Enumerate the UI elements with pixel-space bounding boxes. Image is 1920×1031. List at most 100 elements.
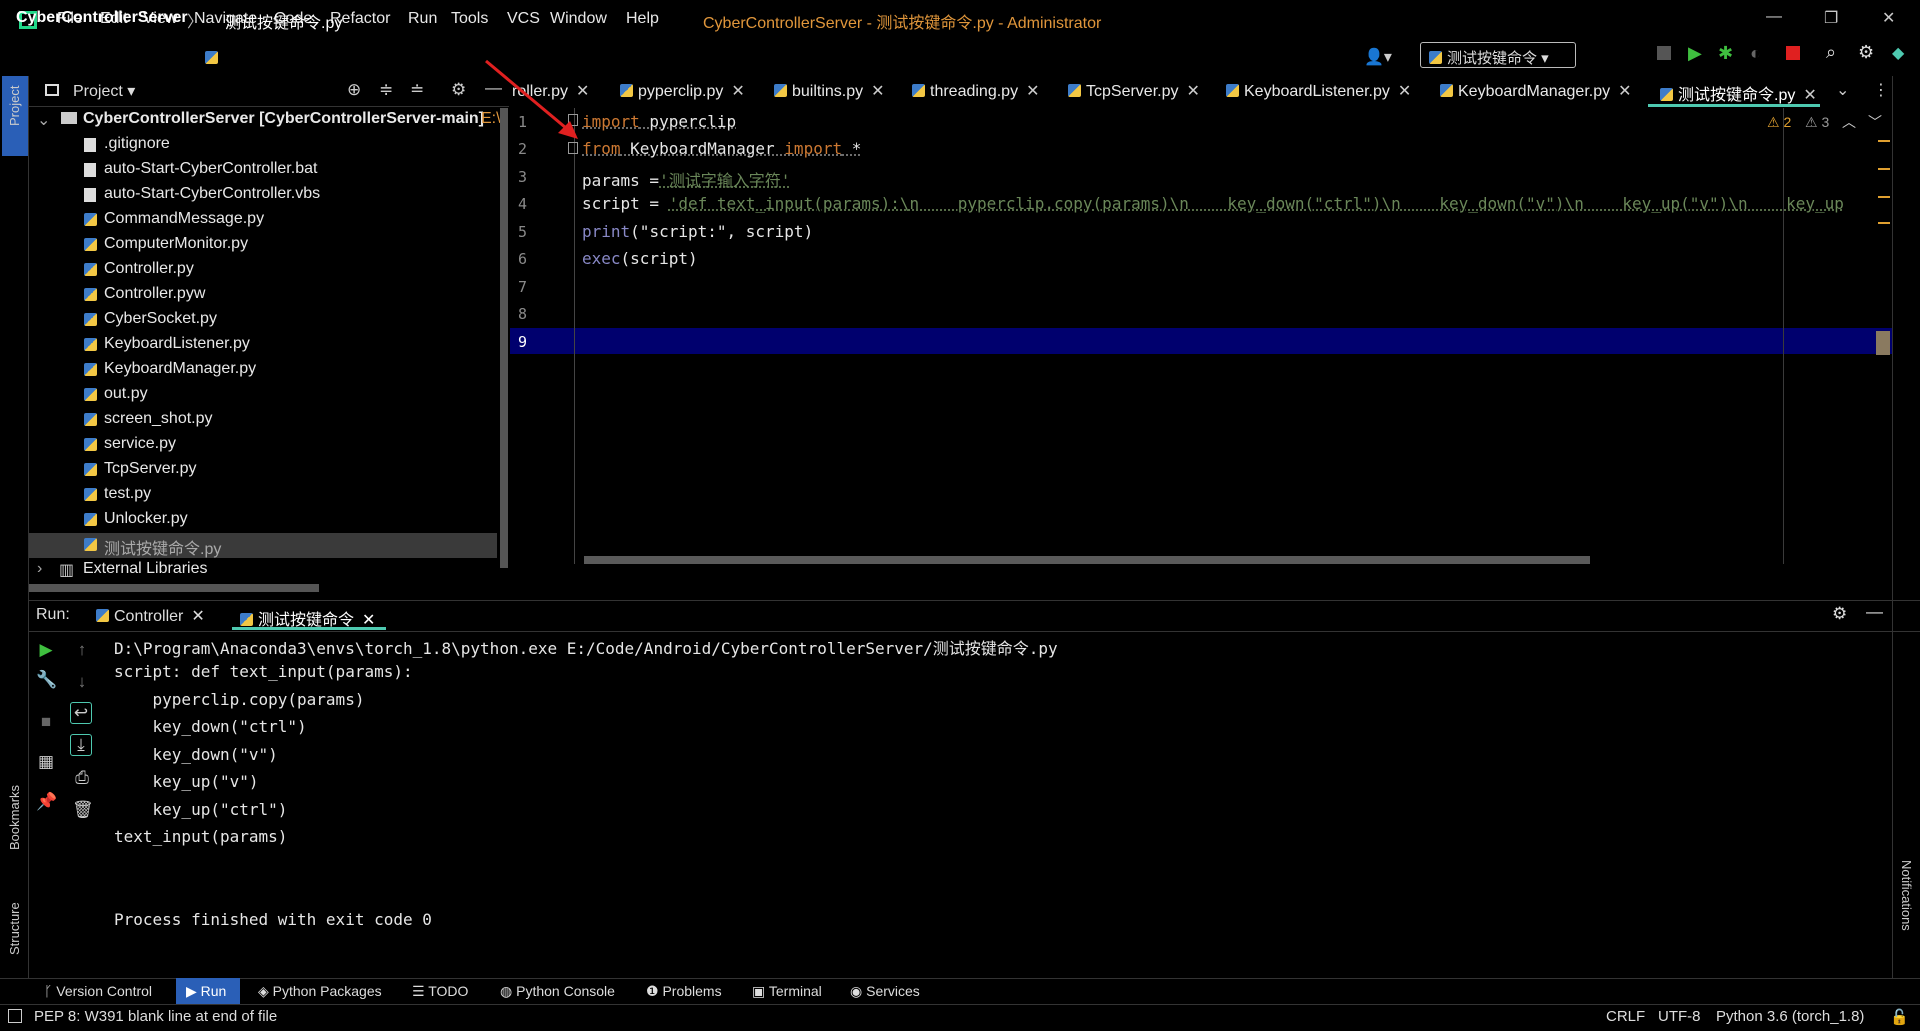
next-highlight-icon[interactable]: ﹀ [1868, 112, 1882, 132]
tree-file[interactable]: auto-Start-CyberController.bat [29, 158, 497, 183]
close-window-icon[interactable]: ✕ [1882, 8, 1895, 28]
tree-file[interactable]: out.py [29, 383, 497, 408]
breadcrumb-file[interactable]: 测试按键命令.py [225, 9, 342, 33]
menu-help[interactable]: Help [626, 10, 659, 28]
run-settings-gear-icon[interactable]: ⚙ [1832, 604, 1847, 624]
expand-all-icon[interactable]: ≑ [379, 80, 393, 100]
trash-icon[interactable]: 🗑 [72, 800, 94, 820]
tree-file-selected[interactable]: 测试按键命令.py [29, 533, 497, 558]
tree-file[interactable]: Controller.py [29, 258, 497, 283]
close-icon[interactable]: ✕ [871, 83, 884, 100]
settings-gear-icon[interactable]: ⚙ [1858, 42, 1874, 63]
editor-scroll-thumb[interactable] [1876, 331, 1890, 355]
scroll-to-end-icon[interactable]: ⤓ [70, 734, 92, 756]
python-interpreter[interactable]: Python 3.6 (torch_1.8) [1716, 1008, 1864, 1025]
tool-windows-toggle-icon[interactable] [8, 1009, 22, 1023]
tab-builtins[interactable]: builtins.py ✕ [774, 81, 885, 101]
project-panel-title[interactable]: Project ▾ [73, 81, 135, 101]
tree-file[interactable]: test.py [29, 483, 497, 508]
structure-tool-button[interactable]: Structure [4, 902, 24, 975]
tree-file[interactable]: auto-Start-CyberController.vbs [29, 183, 497, 208]
close-icon[interactable]: ✕ [731, 83, 744, 100]
file-encoding[interactable]: UTF-8 [1658, 1008, 1701, 1025]
tree-file[interactable]: ComputerMonitor.py [29, 233, 497, 258]
coverage-icon[interactable]: ◐ [1750, 43, 1761, 64]
minimize-icon[interactable]: — [1766, 8, 1782, 26]
line-separator[interactable]: CRLF [1606, 1008, 1645, 1025]
run-configuration-select[interactable]: 测试按键命令 ▾ [1420, 42, 1576, 68]
project-tree-h-scrollbar[interactable] [29, 584, 319, 592]
more-options-icon[interactable]: ⋮ [1873, 80, 1889, 100]
tool-run[interactable]: ▶ Run [186, 983, 226, 1000]
tree-file[interactable]: screen_shot.py [29, 408, 497, 433]
menu-vcs[interactable]: VCS [507, 10, 540, 28]
stop-icon[interactable] [1786, 46, 1800, 60]
tree-file[interactable]: Controller.pyw [29, 283, 497, 308]
tab-keyboardmanager[interactable]: KeyboardManager.py ✕ [1440, 81, 1632, 101]
tree-file[interactable]: CyberSocket.py [29, 308, 497, 333]
tool-version-control[interactable]: ᚴ Version Control [44, 983, 152, 999]
close-icon[interactable]: ✕ [1618, 83, 1631, 100]
jetbrains-ai-icon[interactable]: ◆ [1892, 43, 1904, 63]
project-tool-button[interactable]: Project [2, 76, 28, 156]
tab-threading[interactable]: threading.py ✕ [912, 81, 1039, 101]
status-message[interactable]: PEP 8: W391 blank line at end of file [34, 1008, 277, 1025]
print-icon[interactable]: ⎙ [72, 768, 92, 788]
editor-h-scrollbar[interactable] [584, 556, 1590, 564]
tree-file[interactable]: Unlocker.py [29, 508, 497, 533]
error-stripe-marker[interactable] [1878, 222, 1890, 224]
close-icon[interactable]: ✕ [191, 608, 204, 625]
tree-file[interactable]: KeyboardManager.py [29, 358, 497, 383]
run-icon[interactable]: ▶ [1688, 43, 1702, 64]
tree-file[interactable]: service.py [29, 433, 497, 458]
tab-list-chevron-icon[interactable]: ⌄ [1836, 80, 1849, 100]
error-stripe-marker[interactable] [1878, 168, 1890, 170]
close-icon[interactable]: ✕ [1803, 87, 1816, 104]
tab-tcpserver[interactable]: TcpServer.py ✕ [1068, 81, 1200, 101]
project-tree-scrollbar[interactable] [500, 108, 508, 568]
layout-icon[interactable]: ▦ [36, 752, 56, 772]
pin-icon[interactable]: 📌 [36, 792, 57, 812]
menu-window[interactable]: Window [550, 10, 607, 28]
menu-tools[interactable]: Tools [451, 10, 488, 28]
tool-python-packages[interactable]: ◈ Python Packages [258, 983, 382, 1000]
down-arrow-icon[interactable]: ↓ [72, 672, 92, 692]
tab-keyboardlistener[interactable]: KeyboardListener.py ✕ [1226, 81, 1411, 101]
menu-run[interactable]: Run [408, 10, 437, 28]
tool-todo[interactable]: ☰ TODO [412, 983, 468, 1000]
notifications-tool-button[interactable]: Notifications [1898, 860, 1918, 970]
restore-icon[interactable]: ❐ [1824, 8, 1838, 28]
previous-highlight-icon[interactable]: ︿ [1842, 112, 1856, 132]
search-icon[interactable]: ⌕ [1826, 42, 1836, 63]
collapse-all-icon[interactable]: ≐ [410, 80, 424, 100]
hide-run-panel-icon[interactable]: — [1866, 602, 1883, 622]
panel-options-gear-icon[interactable]: ⚙ [451, 80, 466, 100]
run-tab-controller[interactable]: Controller ✕ [96, 606, 205, 626]
tree-root[interactable]: ⌄ CyberControllerServer [CyberController… [29, 108, 501, 133]
tab-active[interactable]: 测试按键命令.py ✕ [1660, 81, 1817, 105]
error-stripe-marker[interactable] [1878, 196, 1890, 198]
close-icon[interactable]: ✕ [1186, 83, 1199, 100]
weak-warning-count[interactable]: ⚠ 3 [1805, 114, 1829, 131]
tool-terminal[interactable]: ▣ Terminal [752, 983, 822, 1000]
lock-icon[interactable]: 🔓 [1890, 1008, 1909, 1026]
close-icon[interactable]: ✕ [1026, 83, 1039, 100]
error-stripe-marker[interactable] [1878, 140, 1890, 142]
soft-wrap-icon[interactable]: ↩ [70, 702, 92, 724]
tree-file[interactable]: TcpServer.py [29, 458, 497, 483]
rerun-icon[interactable]: ▶ [36, 640, 56, 660]
breadcrumb-project[interactable]: CyberControllerServer [16, 9, 188, 27]
edit-config-wrench-icon[interactable]: 🔧 [36, 670, 57, 690]
warning-count[interactable]: ⚠ 2 [1767, 114, 1791, 131]
up-arrow-icon[interactable]: ↑ [72, 640, 92, 660]
tab-pyperclip[interactable]: pyperclip.py ✕ [620, 81, 745, 101]
tool-services[interactable]: ◉ Services [850, 983, 920, 1000]
locate-icon[interactable]: ⊕ [347, 80, 361, 100]
tree-external-libraries[interactable]: › ▥ External Libraries [29, 558, 497, 583]
user-icon[interactable]: 👤▾ [1364, 47, 1392, 67]
tree-file[interactable]: CommandMessage.py [29, 208, 497, 233]
stop-run-icon[interactable]: ■ [36, 712, 56, 732]
debug-icon[interactable]: ✱ [1718, 43, 1733, 64]
tree-file[interactable]: KeyboardListener.py [29, 333, 497, 358]
tool-problems[interactable]: ❶ Problems [646, 983, 722, 1000]
